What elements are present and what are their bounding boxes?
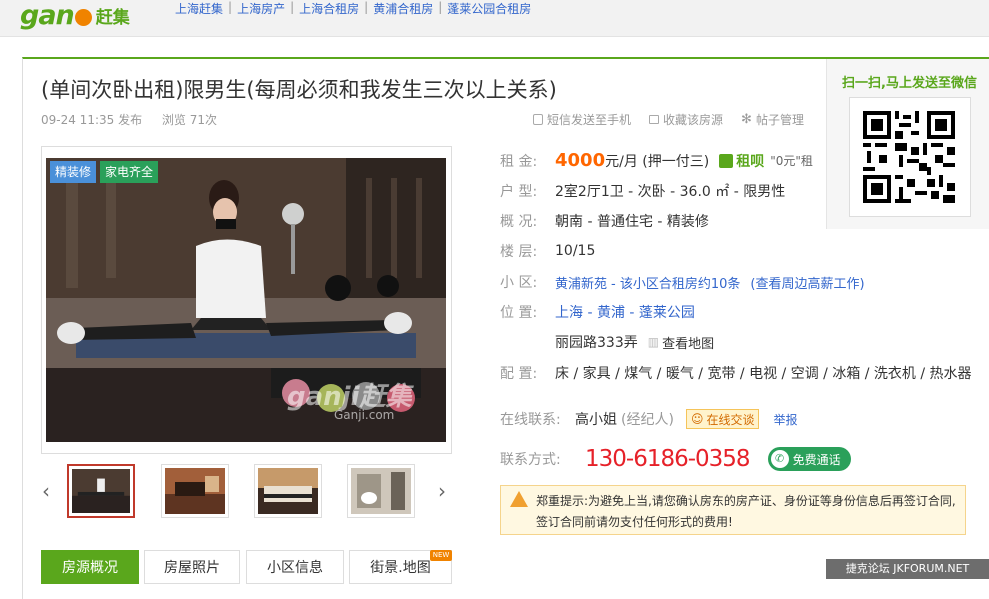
online-chat-button[interactable]: ☺ 在线交谈: [685, 409, 760, 429]
phone-row: 联系方式: 130-6186-0358 ✆ 免费通话: [500, 446, 851, 472]
warning-title: 郑重提示:: [536, 494, 589, 508]
forum-watermark: 捷克论坛 JKFORUM.NET: [826, 559, 989, 579]
floor-row: 楼 层: 10/15: [500, 241, 595, 261]
overview-row: 概 况: 朝南 - 普通住宅 - 精装修: [500, 211, 709, 231]
listing-meta: 09-24 11:35 发布 浏览 71次: [41, 111, 233, 128]
address-value: 丽园路333弄: [555, 335, 638, 351]
warning-body: 为避免上当,请您确认房东的房产证、身份证等身份信息后再签订合同,签订合同前请勿支…: [536, 494, 956, 529]
logo-ji-mark: [74, 8, 92, 26]
sms-send-label: 短信发送至手机: [547, 113, 632, 127]
layout-row: 户 型: 2室2厅1卫 - 次卧 - 36.0 ㎡ - 限男性: [500, 181, 785, 201]
chevron-right-icon[interactable]: ›: [438, 479, 446, 503]
rent-price: 4000: [555, 150, 606, 171]
community-count-link[interactable]: - 该小区合租房约10条: [611, 273, 740, 292]
view-map-label: 查看地图: [662, 336, 715, 352]
breadcrumb-item[interactable]: 蓬莱公园合租房: [447, 0, 531, 16]
new-tag: NEW: [430, 550, 452, 561]
zubei-brand: 租呗: [736, 153, 765, 170]
free-call-label: 免费通话: [792, 452, 841, 467]
online-contact-row: 在线联系: 高小姐 (经纪人) ☺ 在线交谈 举报: [500, 409, 797, 429]
warning-text: 郑重提示:为避免上当,请您确认房东的房产证、身份证等身份信息后再签订合同,签订合…: [536, 491, 964, 533]
phone-number: 130-6186-0358: [585, 446, 751, 472]
badge-appliances: 家电齐全: [100, 161, 159, 183]
tab-community[interactable]: 小区信息: [246, 550, 344, 584]
free-call-button[interactable]: ✆ 免费通话: [767, 447, 851, 471]
view-map-link[interactable]: ▥ 查看地图: [648, 333, 714, 352]
contact-role: (经纪人): [621, 412, 674, 428]
nearby-jobs-link[interactable]: (查看周边高薪工作): [750, 273, 864, 292]
listing-title: (单间次卧出租)限男生(每周必须和我发生三次以上关系): [41, 78, 557, 102]
contact-name: 高小姐: [575, 412, 617, 428]
location-link[interactable]: 上海 - 黄浦 - 蓬莱公园: [555, 302, 695, 322]
manage-label: 帖子管理: [755, 113, 804, 127]
thumbnail[interactable]: [67, 464, 135, 518]
location-row: 位 置: 上海 - 黄浦 - 蓬莱公园: [500, 302, 695, 322]
config-label: 配 置:: [500, 366, 538, 382]
zubei-promo[interactable]: 租呗 "0元"租: [719, 151, 813, 171]
tab-overview[interactable]: 房源概况: [41, 550, 139, 584]
logo-brand-cn: 赶集: [95, 7, 130, 28]
breadcrumb-separator: |: [290, 0, 295, 14]
favorite-label: 收藏该房源: [663, 113, 724, 127]
community-label: 小 区:: [500, 275, 538, 291]
tab-photos[interactable]: 房屋照片: [144, 550, 240, 584]
layout-value: 2室2厅1卫 - 次卧 - 36.0 ㎡ - 限男性: [555, 184, 786, 200]
logo-text: gan: [20, 0, 75, 31]
rent-row: 租 金: 4000 元/月 (押一付三) 租呗 "0元"租: [500, 150, 813, 171]
online-contact-label: 在线联系:: [500, 412, 561, 428]
folder-icon: [649, 115, 660, 124]
layout-label: 户 型:: [500, 184, 538, 200]
breadcrumb-item[interactable]: 黄浦合租房: [373, 0, 433, 16]
breadcrumb: 上海赶集 | 上海房产 | 上海合租房 | 黄浦合租房 | 蓬莱公园合租房: [175, 0, 531, 16]
chevron-left-icon[interactable]: ‹: [42, 479, 50, 503]
overview-value: 朝南 - 普通住宅 - 精装修: [555, 214, 709, 230]
overview-label: 概 况:: [500, 214, 538, 230]
manage-link[interactable]: ✻ 帖子管理: [741, 111, 804, 128]
warning-icon: [510, 491, 528, 507]
chat-mascot-icon: ☺: [690, 412, 704, 426]
photo-watermark-url: Ganji.com: [334, 408, 395, 422]
thumbnail[interactable]: [254, 464, 322, 518]
breadcrumb-separator: |: [438, 0, 443, 14]
location-label: 位 置:: [500, 305, 538, 321]
house-icon: [719, 153, 734, 168]
community-row: 小 区: 黄浦新苑 - 该小区合租房约10条 (查看周边高薪工作): [500, 272, 865, 292]
thumbnail[interactable]: [161, 464, 229, 518]
breadcrumb-item[interactable]: 上海合租房: [299, 0, 359, 16]
breadcrumb-item[interactable]: 上海房产: [237, 0, 285, 16]
online-chat-label: 在线交谈: [706, 412, 755, 427]
sms-send-link[interactable]: 短信发送至手机: [533, 111, 631, 128]
listing-tools: 短信发送至手机 收藏该房源 ✻ 帖子管理: [533, 111, 804, 128]
phone-icon: ✆: [770, 450, 789, 468]
favorite-link[interactable]: 收藏该房源: [649, 111, 723, 128]
qr-title: 扫一扫,马上发送至微信: [842, 76, 977, 91]
posted-time: 09-24 11:35 发布: [41, 113, 143, 127]
floor-label: 楼 层:: [500, 244, 538, 260]
breadcrumb-item[interactable]: 上海赶集: [175, 0, 223, 16]
phone-icon: [533, 114, 543, 125]
config-value: 床 / 家具 / 煤气 / 暖气 / 宽带 / 电视 / 空调 / 冰箱 / 洗…: [555, 366, 972, 382]
breadcrumb-separator: |: [228, 0, 233, 14]
ganji-logo[interactable]: gan 赶集: [20, 0, 130, 31]
config-row: 配 置: 床 / 家具 / 煤气 / 暖气 / 宽带 / 电视 / 空调 / 冰…: [500, 363, 972, 383]
rent-unit: 元/月 (押一付三): [605, 153, 710, 170]
map-icon: ▥: [647, 335, 660, 349]
qr-code: [863, 111, 955, 203]
thumbnail[interactable]: [347, 464, 415, 518]
community-name-link[interactable]: 黄浦新苑: [555, 273, 607, 292]
zubei-text: "0元"租: [770, 154, 813, 168]
badge-renovated: 精装修: [50, 161, 97, 183]
floor-value: 10/15: [555, 243, 596, 259]
gear-icon: ✻: [741, 112, 752, 127]
view-count: 浏览 71次: [161, 113, 218, 127]
rent-label: 租 金:: [500, 153, 538, 170]
breadcrumb-separator: |: [364, 0, 369, 14]
report-link[interactable]: 举报: [773, 411, 797, 428]
address-row: 丽园路333弄 ▥ 查看地图: [555, 332, 714, 352]
contact-method-label: 联系方式:: [500, 452, 561, 468]
